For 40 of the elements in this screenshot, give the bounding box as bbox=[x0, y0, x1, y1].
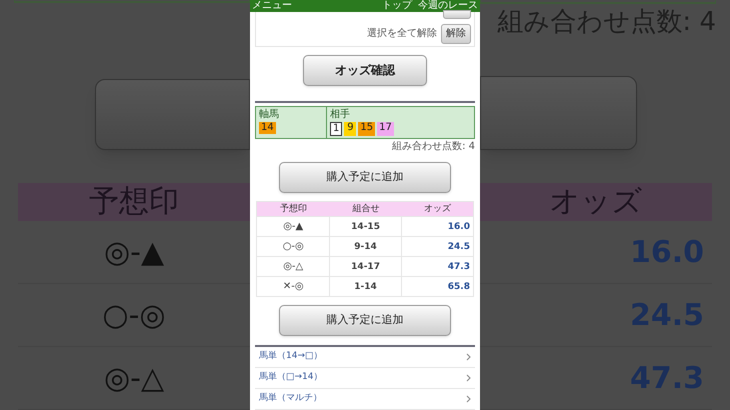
chevron-icon bbox=[466, 353, 471, 361]
table-cell-text: 47.3 bbox=[446, 261, 471, 274]
menu-link[interactable]: メニュー bbox=[252, 0, 292, 12]
clear-selection-label: 選択を全て解除 bbox=[367, 26, 437, 41]
horse-number: 17 bbox=[377, 122, 394, 136]
link-label: 馬単（マルチ） bbox=[259, 392, 322, 406]
table-cell: ✕-◎ bbox=[257, 277, 330, 296]
bet-type-link[interactable]: 馬単（□→14） bbox=[255, 368, 475, 389]
chevron-icon bbox=[466, 395, 471, 403]
clear-button[interactable]: 解除 bbox=[441, 24, 471, 44]
table-cell: 9-14 bbox=[330, 237, 402, 256]
table-cell: ◎-△ bbox=[257, 257, 330, 276]
table-cell-text: 16.0 bbox=[446, 221, 471, 234]
link-label: 馬単（□→14） bbox=[259, 371, 322, 384]
table-cell: 14-17 bbox=[330, 257, 402, 276]
table-cell: 1-14 bbox=[330, 277, 402, 296]
table-cell-text: 65.8 bbox=[446, 281, 471, 294]
column-header: オッズ bbox=[422, 202, 452, 216]
chevron-icon bbox=[466, 374, 471, 382]
add-to-purchase-button[interactable]: 購入予定に追加 bbox=[279, 305, 451, 336]
partner-label: 相手 bbox=[330, 108, 351, 120]
check-odds-button[interactable]: オッズ確認 bbox=[303, 54, 427, 86]
partial-button[interactable] bbox=[443, 10, 471, 19]
column-header: 組合せ bbox=[352, 202, 381, 216]
bet-type-link[interactable]: 馬単（マルチ） bbox=[255, 389, 475, 410]
horse-number: 1 bbox=[330, 122, 342, 136]
bet-type-link[interactable]: 馬単（14→□） bbox=[255, 347, 475, 368]
horse-number: 9 bbox=[344, 122, 356, 136]
table-cell: ○-◎ bbox=[257, 237, 330, 256]
combination-count: 組み合わせ点数: 4 bbox=[392, 140, 475, 154]
axis-label: 軸馬 bbox=[259, 108, 280, 120]
table-cell: 14-15 bbox=[330, 217, 402, 236]
add-to-purchase-button[interactable]: 購入予定に追加 bbox=[279, 162, 451, 194]
horse-number: 15 bbox=[358, 122, 376, 136]
table-cell-text: 24.5 bbox=[446, 241, 471, 254]
nav-link[interactable]: 今週のレース bbox=[418, 0, 478, 12]
link-label: 馬単（14→□） bbox=[259, 350, 322, 364]
column-header: 予想印 bbox=[279, 202, 308, 216]
table-cell: ◎-▲ bbox=[257, 217, 330, 236]
horse-number: 14 bbox=[259, 122, 276, 134]
